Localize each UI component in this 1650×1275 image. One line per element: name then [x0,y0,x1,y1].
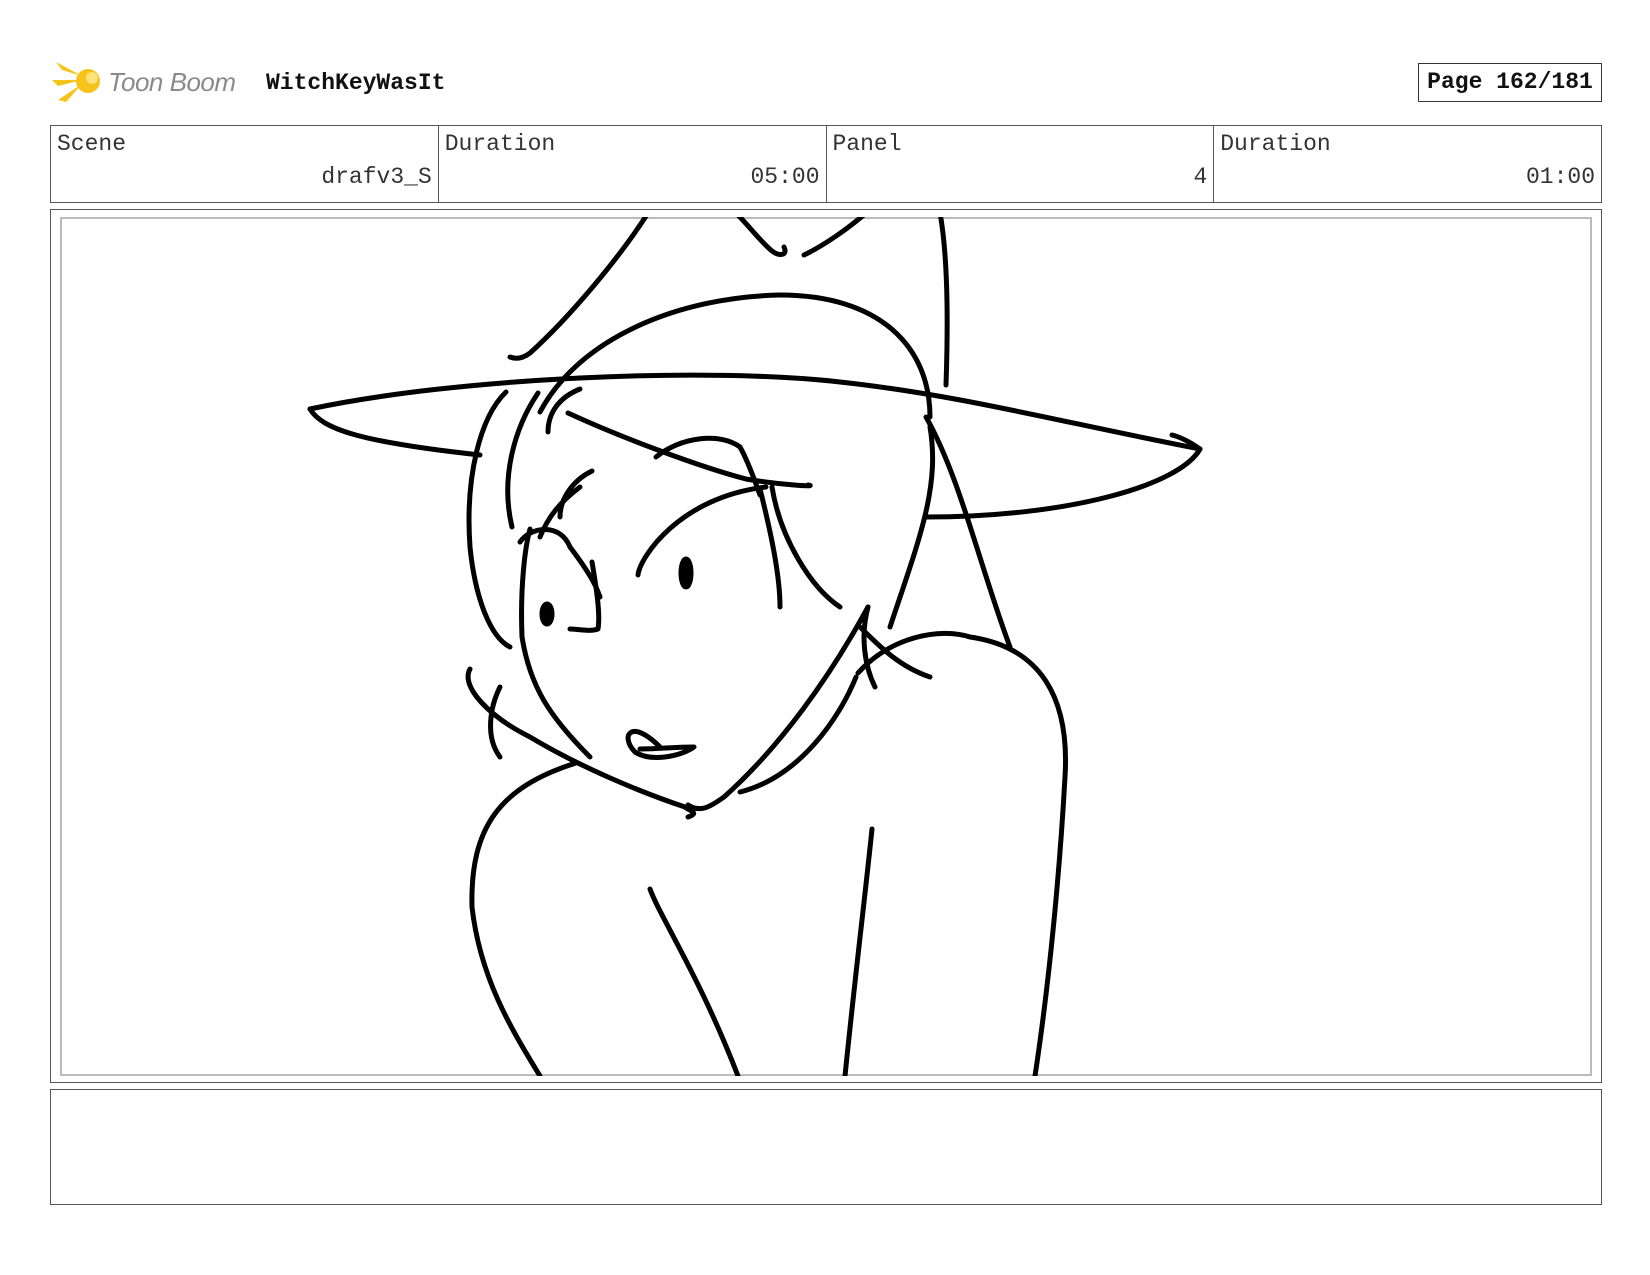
hat-crown-tip [736,217,788,257]
toon-boom-logo: Toon Boom [52,56,252,108]
panel-duration-cell: Duration 01:00 [1214,126,1601,202]
scene-info-table: Scene drafv3_S Duration 05:00 Panel 4 Du… [50,125,1602,203]
head-top [537,292,933,420]
hair-left-strand [505,390,541,530]
eye-left [539,601,555,627]
panel-label: Panel [832,131,902,157]
face-right [635,484,769,578]
logo-burst-icon [52,62,100,102]
hat-crown-right [938,217,950,388]
scene-duration-value: 05:00 [750,164,820,190]
hair-right-2 [887,424,936,630]
page-number: Page 162/181 [1418,63,1602,102]
scene-duration-cell: Duration 05:00 [439,126,827,202]
logo-wordmark: Toon Boom [108,67,236,97]
scene-value: drafv3_S [321,164,432,190]
notes-box [50,1089,1602,1205]
mouth [625,728,697,760]
brow-left [565,410,813,489]
chest-right [842,826,875,1076]
panel-duration-label: Duration [1220,131,1331,157]
hat-brim-right [923,446,1203,520]
hat-crown-left [507,217,649,361]
face-left-2 [488,684,503,760]
hat-crown-right-tip [801,217,866,258]
scene-cell: Scene drafv3_S [51,126,439,202]
panel-cell: Panel 4 [827,126,1215,202]
shoulder-right-top [855,630,1069,1076]
panel-value: 4 [1193,164,1208,190]
hair-left-outer [466,389,513,650]
scene-label: Scene [57,131,127,157]
chest-line [647,886,741,1076]
shoulder-right [737,674,859,795]
panel-duration-value: 01:00 [1525,164,1595,190]
chest-left [469,760,579,1076]
jaw-left [465,666,697,820]
hat-brim-top [307,372,1203,452]
page-header: Toon Boom WitchKeyWasIt Page 162/181 [52,56,1602,108]
bangs-left-2 [557,468,595,520]
project-title: WitchKeyWasIt [266,70,446,96]
face-left-cheek [517,527,603,600]
face-inner-left [567,559,602,633]
face-right-hair [769,484,843,610]
storyboard-sketch [307,217,1203,1076]
hat-brim-left [307,406,483,458]
hair-right [923,414,1013,650]
neck [861,604,878,690]
scene-duration-label: Duration [444,131,556,157]
eye-right [678,556,694,590]
